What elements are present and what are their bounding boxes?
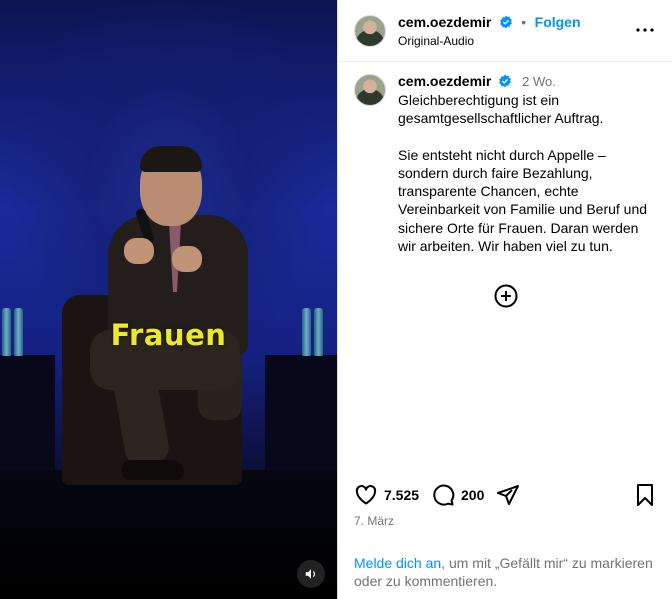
share-button[interactable] <box>496 483 520 507</box>
side-table-right <box>265 355 337 485</box>
action-bar: 7.525 200 <box>338 480 672 512</box>
bookmark-icon <box>637 484 653 506</box>
comment-timestamp[interactable]: 2 Wo. <box>522 74 556 89</box>
login-prompt: Melde dich an, um mit „Gefällt mir“ zu m… <box>354 554 664 590</box>
comment-username[interactable]: cem.oezdemir <box>398 73 491 89</box>
more-horizontal-icon <box>636 28 654 32</box>
load-more-comments-button[interactable] <box>493 283 519 309</box>
like-count[interactable]: 7.525 <box>384 487 419 503</box>
speaker-shoe <box>122 460 184 480</box>
send-icon <box>497 485 519 505</box>
verified-badge-icon <box>499 15 512 29</box>
more-options-button[interactable] <box>633 20 657 40</box>
caption-text: Gleichberechtigung ist ein gesamtgesells… <box>398 92 648 254</box>
plus-circle-icon <box>494 284 518 308</box>
login-link[interactable]: Melde dich an <box>354 555 441 571</box>
video-caption-overlay: Frauen <box>110 318 227 352</box>
comment-body: cem.oezdemir 2 Wo. Gleichberechtigung is… <box>398 72 659 255</box>
stage-floor <box>0 470 337 599</box>
comment-icon <box>433 484 455 506</box>
avatar[interactable] <box>354 74 386 106</box>
post-caption-comment: cem.oezdemir 2 Wo. Gleichberechtigung is… <box>354 72 659 255</box>
separator-dot: • <box>521 14 527 30</box>
follow-button[interactable]: Folgen <box>535 14 581 30</box>
video-player[interactable]: Frauen <box>0 0 337 599</box>
speaker-hand <box>124 238 154 264</box>
audio-label[interactable]: Original-Audio <box>398 34 474 48</box>
sound-toggle-button[interactable] <box>297 560 325 588</box>
post-date[interactable]: 7. März <box>354 514 394 528</box>
post-header: cem.oezdemir • Folgen Original-Audio <box>338 0 672 62</box>
speaker-icon <box>305 569 316 579</box>
comment-header: cem.oezdemir 2 Wo. <box>398 72 659 91</box>
speaker-hair <box>140 146 202 172</box>
heart-icon <box>355 485 377 505</box>
speaker-hand <box>172 246 202 272</box>
save-button[interactable] <box>634 483 656 507</box>
avatar[interactable] <box>354 15 386 47</box>
like-button[interactable]: 7.525 <box>354 483 419 507</box>
header-user-line: cem.oezdemir • Folgen <box>398 14 581 32</box>
comment-button[interactable]: 200 <box>431 483 484 507</box>
header-username[interactable]: cem.oezdemir <box>398 14 491 30</box>
post-panel: cem.oezdemir • Folgen Original-Audio cem… <box>337 0 672 599</box>
verified-badge-icon <box>499 74 512 88</box>
comment-count[interactable]: 200 <box>461 487 484 503</box>
side-table-left <box>0 355 55 485</box>
